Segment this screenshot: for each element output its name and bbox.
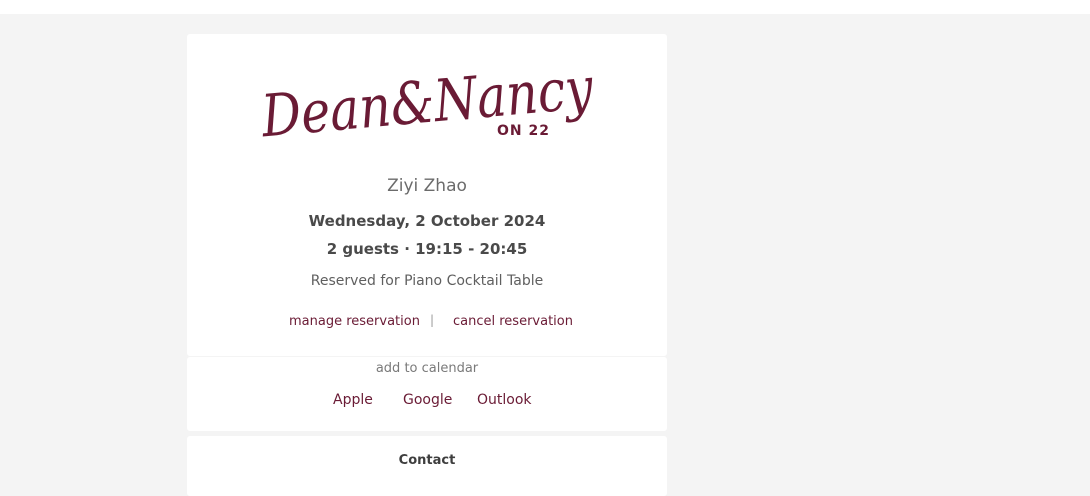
calendar-card: add to calendar Apple Google Outlook bbox=[187, 357, 667, 431]
top-band bbox=[0, 0, 1090, 14]
outlook-calendar-link[interactable]: Outlook bbox=[477, 392, 532, 408]
restaurant-logo: Dean&Nancy ON 22 bbox=[258, 54, 597, 140]
reservation-time: 2 guests · 19:15 - 20:45 bbox=[326, 240, 528, 258]
reservation-date: Wednesday, 2 October 2024 bbox=[308, 212, 546, 230]
reservation-card: Dean&Nancy ON 22 Ziyi Zhao Wednesday, 2 … bbox=[187, 34, 667, 356]
apple-calendar-link[interactable]: Apple bbox=[333, 392, 373, 408]
cancel-reservation-link[interactable]: cancel reservation bbox=[453, 314, 573, 329]
logo-subtitle: ON 22 bbox=[497, 123, 550, 139]
google-calendar-link[interactable]: Google bbox=[403, 392, 452, 408]
reservation-table: Reserved for Piano Cocktail Table bbox=[310, 273, 544, 289]
manage-reservation-link[interactable]: manage reservation bbox=[289, 314, 420, 329]
contact-title: Contact bbox=[398, 453, 456, 468]
guest-name: Ziyi Zhao bbox=[387, 176, 467, 196]
add-to-calendar-label: add to calendar bbox=[375, 361, 479, 376]
action-separator: | bbox=[430, 313, 435, 327]
contact-card: Contact bbox=[187, 436, 667, 496]
